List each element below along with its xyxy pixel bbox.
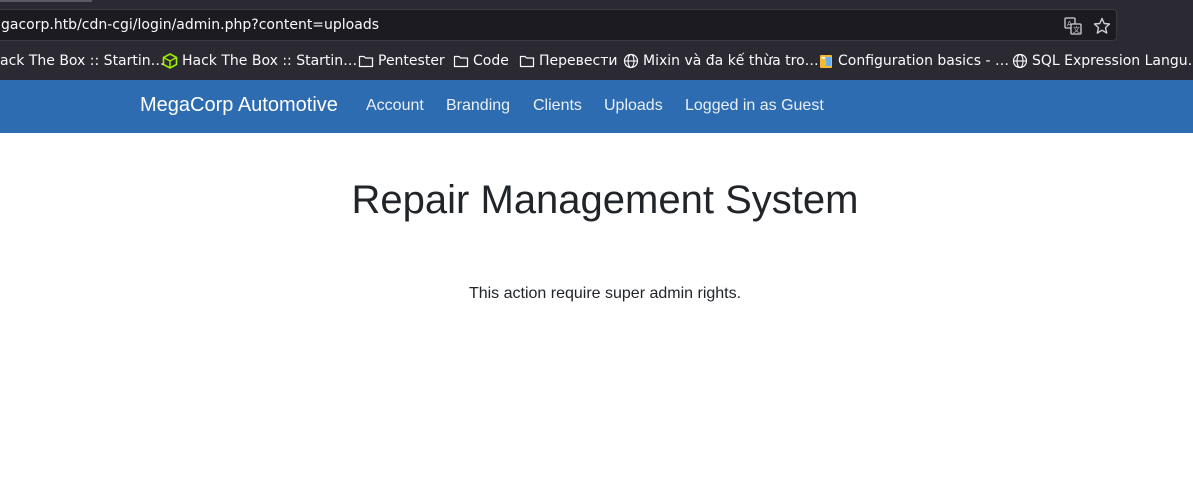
bookmarks-bar: ack The Box :: Startin… Hack The Box :: … [0, 49, 1193, 73]
bookmark-label: ack The Box :: Startin… [0, 53, 165, 69]
url-bar[interactable]: gacorp.htb/cdn-cgi/login/admin.php?conte… [0, 9, 1117, 41]
bookmark-label: Configuration basics - … [838, 53, 1009, 69]
bookmark-htb-1[interactable]: ack The Box :: Startin… [0, 49, 165, 73]
tab-indicator [0, 0, 92, 2]
bookmark-label: Mixin và đa kế thừa tro… [643, 53, 819, 69]
folder-icon [453, 53, 469, 69]
bookmark-folder-code[interactable]: Code [453, 49, 509, 73]
bookmark-folder-translate[interactable]: Перевести [519, 49, 617, 73]
globe-icon [1012, 53, 1028, 69]
svg-text:A: A [1067, 20, 1072, 28]
permission-message: This action require super admin rights. [468, 285, 742, 302]
bookmark-label: SQL Expression Langu… [1032, 53, 1193, 69]
bookmark-mixin[interactable]: Mixin và đa kế thừa tro… [623, 49, 819, 73]
nav-uploads[interactable]: Uploads [604, 97, 663, 115]
globe-icon [623, 53, 639, 69]
nav-clients[interactable]: Clients [533, 97, 582, 115]
bookmark-label: Перевести [539, 53, 618, 69]
docs-icon [818, 53, 834, 69]
site-navbar: MegaCorp Automotive Account Branding Cli… [0, 80, 1193, 133]
brand-link[interactable]: MegaCorp Automotive [140, 94, 338, 117]
bookmark-folder-pentester[interactable]: Pentester [358, 49, 445, 73]
bookmark-sql-expression[interactable]: SQL Expression Langu… [1012, 49, 1193, 73]
nav-account[interactable]: Account [366, 97, 424, 115]
bookmark-label: Pentester [378, 53, 445, 69]
bookmark-label: Code [473, 53, 509, 69]
url-text[interactable]: gacorp.htb/cdn-cgi/login/admin.php?conte… [1, 17, 379, 33]
nav-logged-in-status[interactable]: Logged in as Guest [685, 97, 824, 115]
svg-text:文: 文 [1073, 25, 1080, 34]
folder-icon [519, 53, 535, 69]
bookmark-star-icon[interactable] [1093, 17, 1111, 35]
folder-icon [358, 53, 374, 69]
bookmark-label: Hack The Box :: Startin… [182, 53, 358, 69]
nav-branding[interactable]: Branding [446, 97, 510, 115]
browser-chrome: gacorp.htb/cdn-cgi/login/admin.php?conte… [0, 0, 1193, 80]
page-title: Repair Management System [351, 178, 859, 222]
translate-icon[interactable]: A 文 [1064, 17, 1082, 35]
bookmark-configuration[interactable]: Configuration basics - … [818, 49, 1009, 73]
bookmark-htb-2[interactable]: Hack The Box :: Startin… [162, 49, 357, 73]
htb-cube-icon [162, 53, 178, 69]
